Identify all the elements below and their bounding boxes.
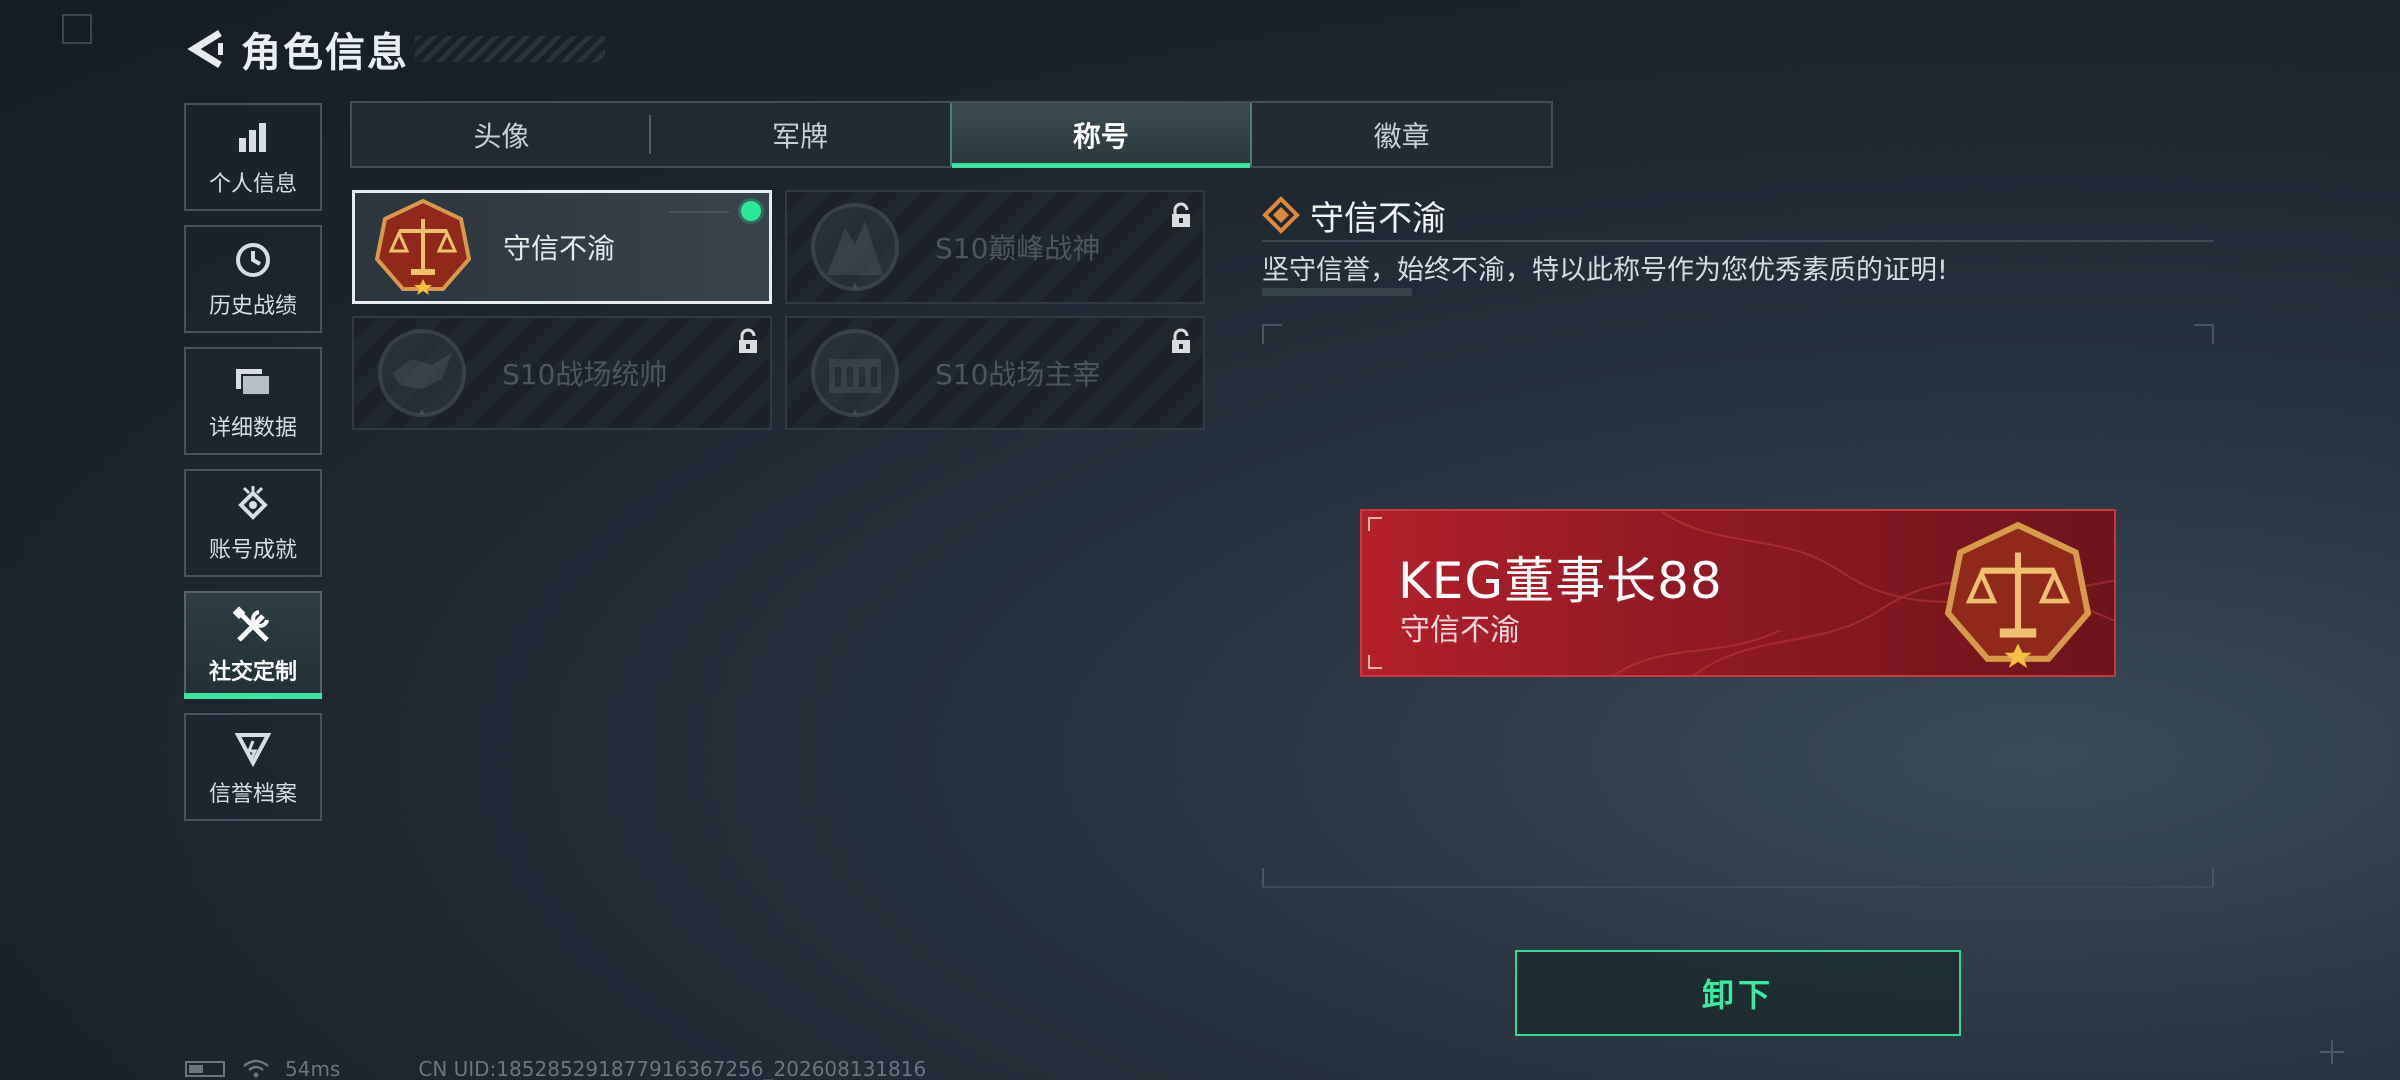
sidebar-item-label: 个人信息 [208,172,297,197]
title-decoration [415,36,605,62]
lock-icon [1172,328,1190,353]
sidebar-item-achievements[interactable]: 账号成就 [184,469,322,577]
tab-label: 军牌 [772,119,829,153]
peak-emblem-icon [811,203,899,291]
battery-icon [185,1061,225,1077]
back-button[interactable] [185,22,227,76]
page-title: 角色信息 [241,30,409,76]
nameplate-preview: KEG董事长88 守信不渝 [1360,509,2116,677]
diamond-icon [1262,196,1300,234]
reputation-icon [231,726,275,770]
sidebar-item-reputation[interactable]: 信誉档案 [184,713,322,821]
sidebar-item-personal-info[interactable]: 个人信息 [184,103,322,211]
nameplate-title: 守信不渝 [1400,613,1520,648]
sidebar-item-label: 历史战绩 [208,294,297,319]
frame-corner [1262,868,1282,888]
back-arrow-icon [187,30,223,68]
nameplate-corner [1368,655,1382,669]
page-header: 角色信息 [185,22,605,76]
lock-icon [739,328,757,353]
category-tabs: 头像 军牌 称号 徽章 [350,101,1553,168]
detail-title-name: 守信不渝 [1310,198,1446,239]
tab-avatar[interactable]: 头像 [352,103,651,166]
folder-icon [231,360,275,404]
title-card[interactable]: S10战场统帅 [352,316,772,430]
bar-chart-icon [231,116,275,160]
tab-label: 徽章 [1373,119,1430,153]
scales-emblem-icon [374,198,472,295]
nameplate-corner [1368,517,1382,531]
title-card[interactable]: 守信不渝 [352,190,772,304]
detail-description: 坚守信誉，始终不渝，特以此称号作为您优秀素质的证明! [1262,255,1948,286]
user-uid: CN UID:1852852918779163672​56_2026081318… [418,1057,927,1080]
sidebar-item-label: 信誉档案 [208,782,297,807]
achievement-icon [231,482,275,526]
tab-dog-tag[interactable]: 军牌 [651,103,950,166]
crosshair-icon [2320,1040,2344,1064]
scales-emblem-icon [1944,521,2092,668]
ping-value: 54ms [285,1057,341,1080]
sidebar-item-label: 账号成就 [208,538,297,563]
title-card-name: 守信不渝 [503,232,616,265]
sidebar-item-details[interactable]: 详细数据 [184,347,322,455]
sidebar-item-social[interactable]: 社交定制 [184,591,322,699]
tab-title[interactable]: 称号 [949,103,1253,168]
sidebar-item-history[interactable]: 历史战绩 [184,225,322,333]
sidebar-item-label: 详细数据 [208,416,297,441]
detail-subtext-placeholder [1262,288,1412,296]
tab-label: 头像 [473,119,530,153]
sidebar: 个人信息 历史战绩 详细数据 账号成就 社交定制 信誉档案 [184,103,322,835]
corner-frame-mark [62,14,92,44]
title-card-name: S10战场统帅 [502,358,668,391]
frame-divider [1262,886,2214,888]
frame-corner [2194,324,2214,344]
lock-icon [1172,202,1190,227]
unequip-button[interactable]: 卸下 [1515,950,1961,1036]
title-card-name: S10战场主宰 [935,358,1101,391]
title-card[interactable]: S10巅峰战神 [785,190,1205,304]
equipped-indicator [741,201,761,221]
title-card[interactable]: S10战场主宰 [785,316,1205,430]
detail-header: 守信不渝 [1262,190,2214,242]
card-decoration [669,211,729,213]
sidebar-item-label: 社交定制 [208,660,297,685]
nameplate-player-name: KEG董事长88 [1398,552,1723,610]
title-card-name: S10巅峰战神 [935,232,1101,265]
tab-badge[interactable]: 徽章 [1252,103,1551,166]
history-clock-icon [231,238,275,282]
tools-icon [231,604,275,648]
colosseum-emblem-icon [811,329,899,417]
commander-emblem-icon [378,329,466,417]
tab-label: 称号 [1072,119,1129,153]
wifi-icon [243,1059,269,1078]
status-bar: 54ms CN UID:1852852918779163672​56_20260… [185,1057,927,1080]
frame-corner [1262,324,1282,344]
frame-corner [2194,868,2214,888]
